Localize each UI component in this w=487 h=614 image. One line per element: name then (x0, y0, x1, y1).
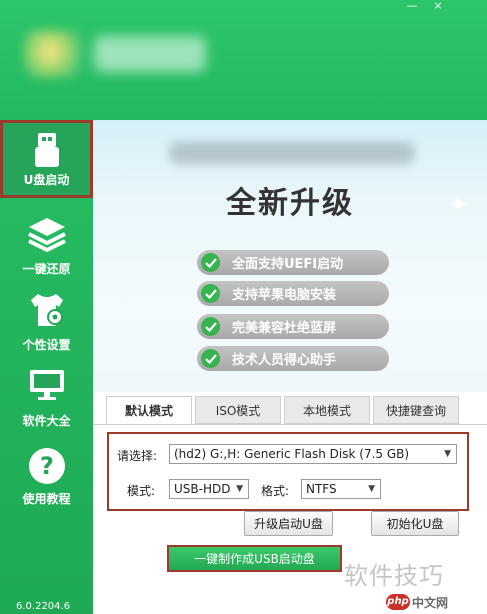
feature-pill: 支持苹果电脑安装 (197, 281, 389, 306)
disk-selection-group: 请选择: (hd2) G:,H: Generic Flash Disk (7.5… (107, 432, 469, 511)
check-icon (201, 349, 220, 368)
sidebar-item-label: U盘启动 (23, 173, 70, 187)
watermark-site-name: 中文网 (412, 596, 449, 610)
mode-label: 模式: (127, 484, 156, 498)
mode-tabs: 默认模式 ISO模式 本地模式 快捷键查询 (93, 392, 487, 425)
app-logo (24, 30, 82, 78)
disk-select[interactable]: (hd2) G:,H: Generic Flash Disk (7.5 GB) … (169, 444, 457, 464)
sidebar: U盘启动 一键还原 个性设置 软件大全 ? 使用教程 6.0.2204.6 (0, 120, 93, 614)
mode-select-value: USB-HDD (174, 482, 231, 496)
watermark-text: 软件技巧 (344, 562, 444, 590)
tab-hotkey-lookup[interactable]: 快捷键查询 (373, 396, 459, 424)
make-usb-boot-button[interactable]: 一键制作成USB启动盘 (167, 545, 342, 572)
help-circle-icon: ? (27, 446, 67, 490)
sidebar-item-restore[interactable]: 一键还原 (0, 208, 93, 284)
tab-default-mode[interactable]: 默认模式 (106, 396, 192, 425)
sidebar-item-label: 一键还原 (22, 262, 71, 276)
check-icon (201, 253, 220, 272)
mode-select[interactable]: USB-HDD ▼ (169, 479, 249, 499)
check-icon (201, 317, 220, 336)
minimize-button[interactable]: — (402, 0, 422, 14)
sidebar-item-label: 使用教程 (22, 492, 71, 506)
chevron-down-icon: ▼ (236, 484, 243, 494)
sidebar-item-tutorial[interactable]: ? 使用教程 (0, 438, 93, 514)
monitor-icon (28, 368, 66, 406)
sidebar-item-software[interactable]: 软件大全 (0, 360, 93, 436)
app-title (94, 36, 206, 72)
select-label: 请选择: (117, 449, 158, 463)
feature-pill: 技术人员得心助手 (197, 346, 389, 371)
chevron-down-icon: ▼ (444, 449, 451, 459)
banner-headline: 全新升级 (226, 186, 354, 221)
sidebar-item-personalize[interactable]: 个性设置 (0, 284, 93, 360)
promo-banner: 全新升级 ✦ 全面支持UEFI启动 支持苹果电脑安装 完美兼容杜绝蓝屏 技术人员… (93, 120, 487, 392)
format-label: 格式: (261, 484, 290, 498)
banner-blurred-caption (169, 142, 415, 164)
sidebar-item-label: 个性设置 (22, 338, 71, 352)
tab-local-mode[interactable]: 本地模式 (284, 396, 370, 424)
layers-icon (27, 216, 67, 256)
disk-select-value: (hd2) G:,H: Generic Flash Disk (7.5 GB) (174, 447, 410, 461)
tshirt-gear-icon (27, 292, 67, 334)
php-logo-badge: php (386, 594, 410, 610)
svg-text:?: ? (40, 452, 54, 480)
feature-pill: 完美兼容杜绝蓝屏 (197, 314, 389, 339)
format-select[interactable]: NTFS ▼ (301, 479, 381, 499)
chevron-down-icon: ▼ (368, 484, 375, 494)
tab-iso-mode[interactable]: ISO模式 (195, 396, 281, 424)
initialize-usb-button[interactable]: 初始化U盘 (371, 511, 459, 536)
version-label: 6.0.2204.6 (16, 601, 71, 612)
sidebar-item-usb-boot[interactable]: U盘启动 (0, 120, 93, 198)
format-select-value: NTFS (306, 482, 337, 496)
sidebar-item-label: 软件大全 (22, 414, 71, 428)
usb-drive-icon (32, 131, 62, 173)
feature-pill: 全面支持UEFI启动 (197, 250, 389, 275)
check-icon (201, 284, 220, 303)
upgrade-usb-button[interactable]: 升级启动U盘 (244, 511, 333, 536)
sparkle-icon: ✦ (447, 190, 469, 220)
title-bar: — × (0, 0, 487, 120)
close-button[interactable]: × (428, 0, 448, 14)
